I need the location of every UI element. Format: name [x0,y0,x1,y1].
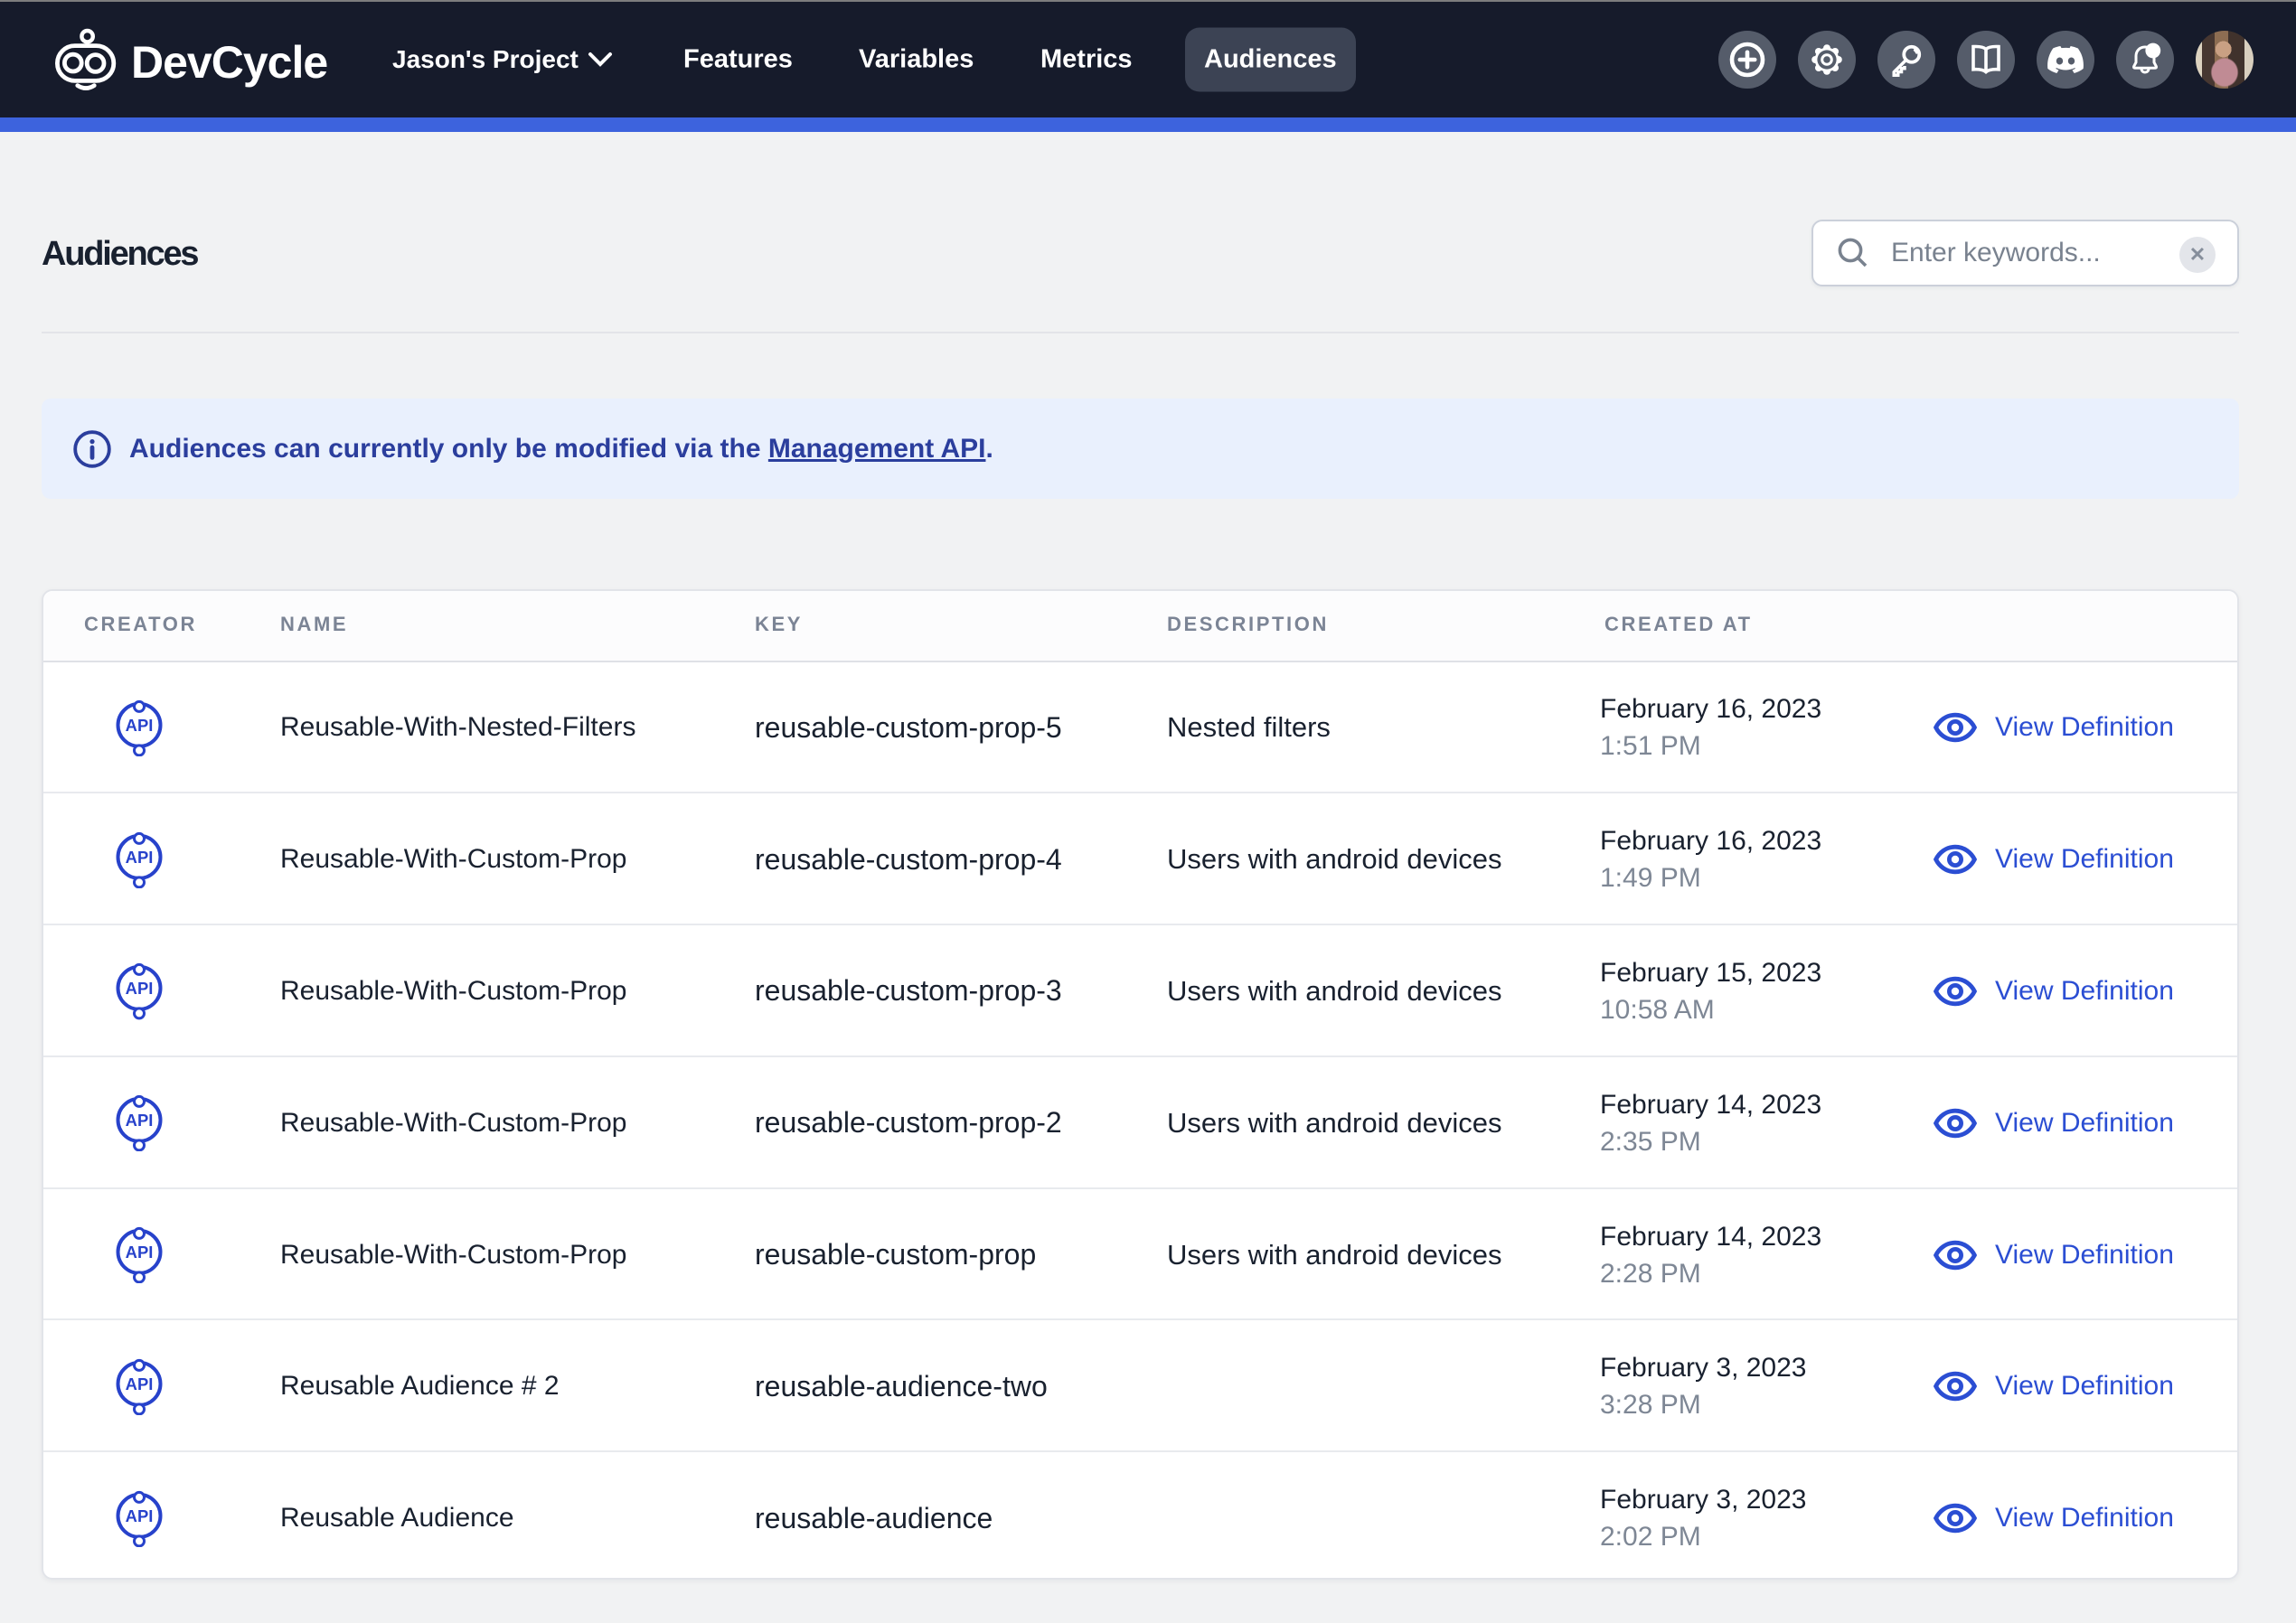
svg-text:API: API [126,1506,154,1525]
svg-text:API: API [126,848,154,867]
svg-text:API: API [126,716,154,735]
svg-text:API: API [126,1243,154,1262]
svg-text:API: API [126,1111,154,1130]
svg-text:API: API [126,979,154,998]
svg-text:API: API [126,1374,154,1393]
